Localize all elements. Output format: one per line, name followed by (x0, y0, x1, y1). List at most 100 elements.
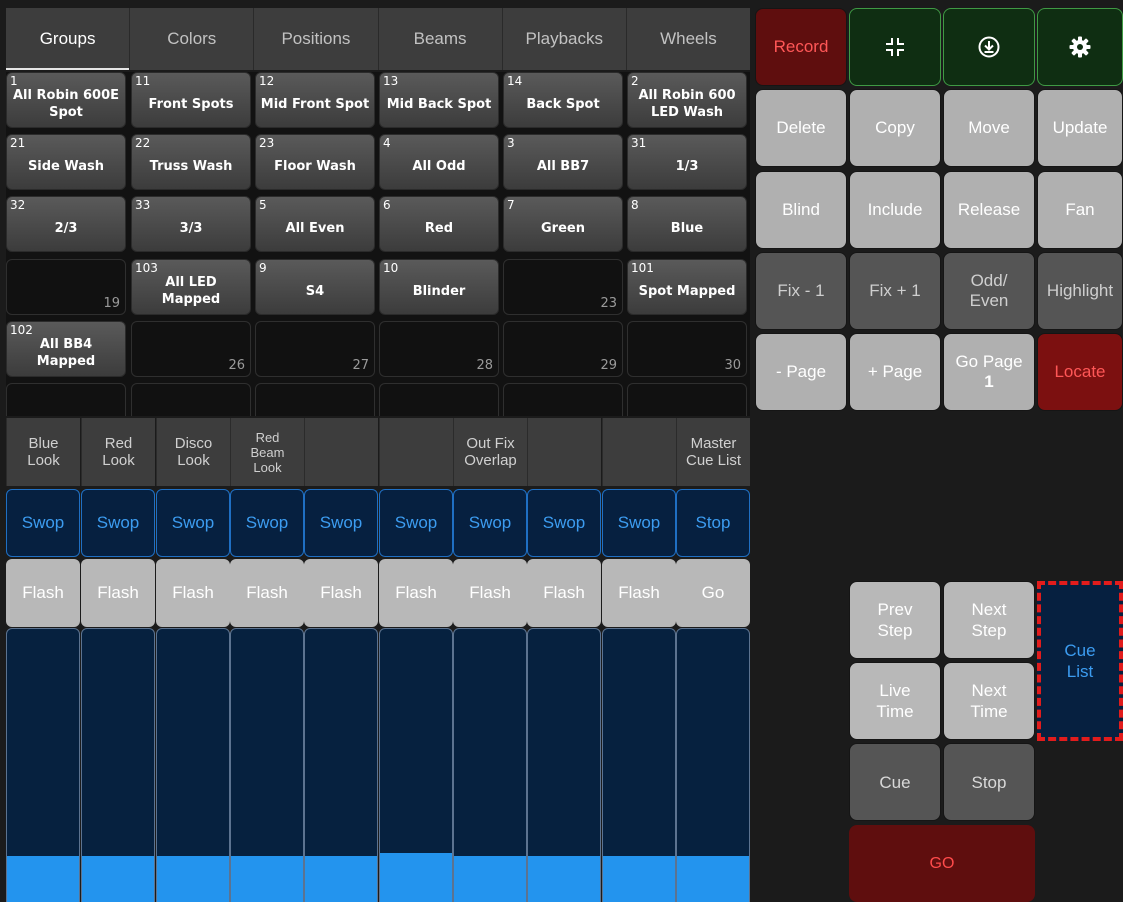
group-button[interactable]: 103 All LED Mapped (131, 259, 251, 315)
tab-wheels[interactable]: Wheels (625, 8, 750, 70)
playback-flash-button[interactable]: Flash (379, 559, 453, 627)
playback-flash-button[interactable]: Flash (156, 559, 230, 627)
playback-swop-button[interactable]: Swop (230, 489, 304, 557)
cue-button[interactable]: Cue (849, 743, 941, 821)
group-button[interactable]: 33 3/3 (131, 196, 251, 252)
group-button[interactable]: 10 Blinder (379, 259, 499, 315)
group-button[interactable]: 3 All BB7 (503, 134, 623, 190)
group-button[interactable]: 28 (379, 321, 499, 377)
playback-swop-button[interactable]: Swop (453, 489, 527, 557)
release-button[interactable]: Release (943, 171, 1035, 249)
group-button[interactable] (379, 383, 499, 416)
playback-swop-button[interactable]: Swop (379, 489, 453, 557)
playback-flash-button[interactable]: Flash (6, 559, 80, 627)
group-button[interactable]: 32 2/3 (6, 196, 126, 252)
playback-fader[interactable] (6, 628, 80, 902)
go-page-button[interactable]: Go Page 1 (943, 333, 1035, 411)
playback-swop-button[interactable]: Swop (81, 489, 155, 557)
playback-flash-button[interactable]: Flash (304, 559, 378, 627)
group-button[interactable]: 30 (627, 321, 747, 377)
playback-go-button[interactable]: Go (676, 559, 750, 627)
tab-groups[interactable]: Groups (6, 8, 130, 70)
fan-button[interactable]: Fan (1037, 171, 1123, 249)
include-button[interactable]: Include (849, 171, 941, 249)
group-button[interactable]: 13 Mid Back Spot (379, 72, 499, 128)
group-button[interactable]: 9 S4 (255, 259, 375, 315)
page-minus-button[interactable]: - Page (755, 333, 847, 411)
settings-button[interactable] (1037, 8, 1123, 86)
playback-flash-button[interactable]: Flash (453, 559, 527, 627)
next-step-button[interactable]: Next Step (943, 581, 1035, 659)
group-button[interactable]: 1 All Robin 600E Spot (6, 72, 126, 128)
stop-button[interactable]: Stop (943, 743, 1035, 821)
live-time-button[interactable]: Live Time (849, 662, 941, 740)
playback-flash-button[interactable]: Flash (230, 559, 304, 627)
delete-button[interactable]: Delete (755, 89, 847, 167)
group-button[interactable]: 23 Floor Wash (255, 134, 375, 190)
group-button[interactable]: 31 1/3 (627, 134, 747, 190)
group-button[interactable]: 7 Green (503, 196, 623, 252)
group-button[interactable]: 5 All Even (255, 196, 375, 252)
fix-minus-button[interactable]: Fix - 1 (755, 252, 847, 330)
group-button[interactable]: 23 (503, 259, 623, 315)
playback-swop-button[interactable]: Swop (527, 489, 601, 557)
group-button[interactable]: 8 Blue (627, 196, 747, 252)
playback-fader[interactable] (379, 628, 453, 902)
playback-swop-button[interactable]: Swop (602, 489, 676, 557)
playback-flash-button[interactable]: Flash (602, 559, 676, 627)
group-button[interactable] (627, 383, 747, 416)
odd-even-button[interactable]: Odd/ Even (943, 252, 1035, 330)
group-button[interactable]: 11 Front Spots (131, 72, 251, 128)
group-button[interactable]: 29 (503, 321, 623, 377)
group-button[interactable]: 101 Spot Mapped (627, 259, 747, 315)
playback-fader[interactable] (602, 628, 676, 902)
blind-button[interactable]: Blind (755, 171, 847, 249)
group-button[interactable]: 21 Side Wash (6, 134, 126, 190)
playback-flash-button[interactable]: Flash (527, 559, 601, 627)
group-button[interactable]: 12 Mid Front Spot (255, 72, 375, 128)
highlight-button[interactable]: Highlight (1037, 252, 1123, 330)
move-button[interactable]: Move (943, 89, 1035, 167)
next-time-button[interactable]: Next Time (943, 662, 1035, 740)
group-button[interactable]: 22 Truss Wash (131, 134, 251, 190)
cue-list-button[interactable]: Cue List (1037, 581, 1123, 741)
page-plus-button[interactable]: + Page (849, 333, 941, 411)
go-button[interactable]: GO (849, 825, 1035, 902)
playback-fader[interactable] (527, 628, 601, 902)
group-button[interactable]: 4 All Odd (379, 134, 499, 190)
tab-playbacks[interactable]: Playbacks (501, 8, 626, 70)
group-button[interactable] (131, 383, 251, 416)
group-button[interactable] (6, 383, 126, 416)
playback-swop-button[interactable]: Swop (304, 489, 378, 557)
group-button[interactable]: 26 (131, 321, 251, 377)
playback-fader[interactable] (156, 628, 230, 902)
playback-swop-button[interactable]: Swop (156, 489, 230, 557)
playback-stop-button[interactable]: Stop (676, 489, 750, 557)
playback-fader[interactable] (230, 628, 304, 902)
fix-plus-button[interactable]: Fix + 1 (849, 252, 941, 330)
locate-button[interactable]: Locate (1037, 333, 1123, 411)
tab-colors[interactable]: Colors (129, 8, 253, 70)
group-button[interactable] (503, 383, 623, 416)
record-button[interactable]: Record (755, 8, 847, 86)
group-button[interactable]: 27 (255, 321, 375, 377)
playback-swop-button[interactable]: Swop (6, 489, 80, 557)
playback-fader[interactable] (81, 628, 155, 902)
update-button[interactable]: Update (1037, 89, 1123, 167)
group-button[interactable]: 6 Red (379, 196, 499, 252)
collapse-button[interactable] (849, 8, 941, 86)
group-button[interactable]: 102 All BB4 Mapped (6, 321, 126, 377)
group-button[interactable]: 14 Back Spot (503, 72, 623, 128)
playback-flash-button[interactable]: Flash (81, 559, 155, 627)
copy-button[interactable]: Copy (849, 89, 941, 167)
tab-positions[interactable]: Positions (253, 8, 377, 70)
playback-fader[interactable] (453, 628, 527, 902)
download-button[interactable] (943, 8, 1035, 86)
tab-beams[interactable]: Beams (377, 8, 502, 70)
group-button[interactable]: 2 All Robin 600 LED Wash (627, 72, 747, 128)
playback-fader[interactable] (676, 628, 750, 902)
group-button[interactable]: 19 (6, 259, 126, 315)
playback-fader[interactable] (304, 628, 378, 902)
prev-step-button[interactable]: Prev Step (849, 581, 941, 659)
group-button[interactable] (255, 383, 375, 416)
